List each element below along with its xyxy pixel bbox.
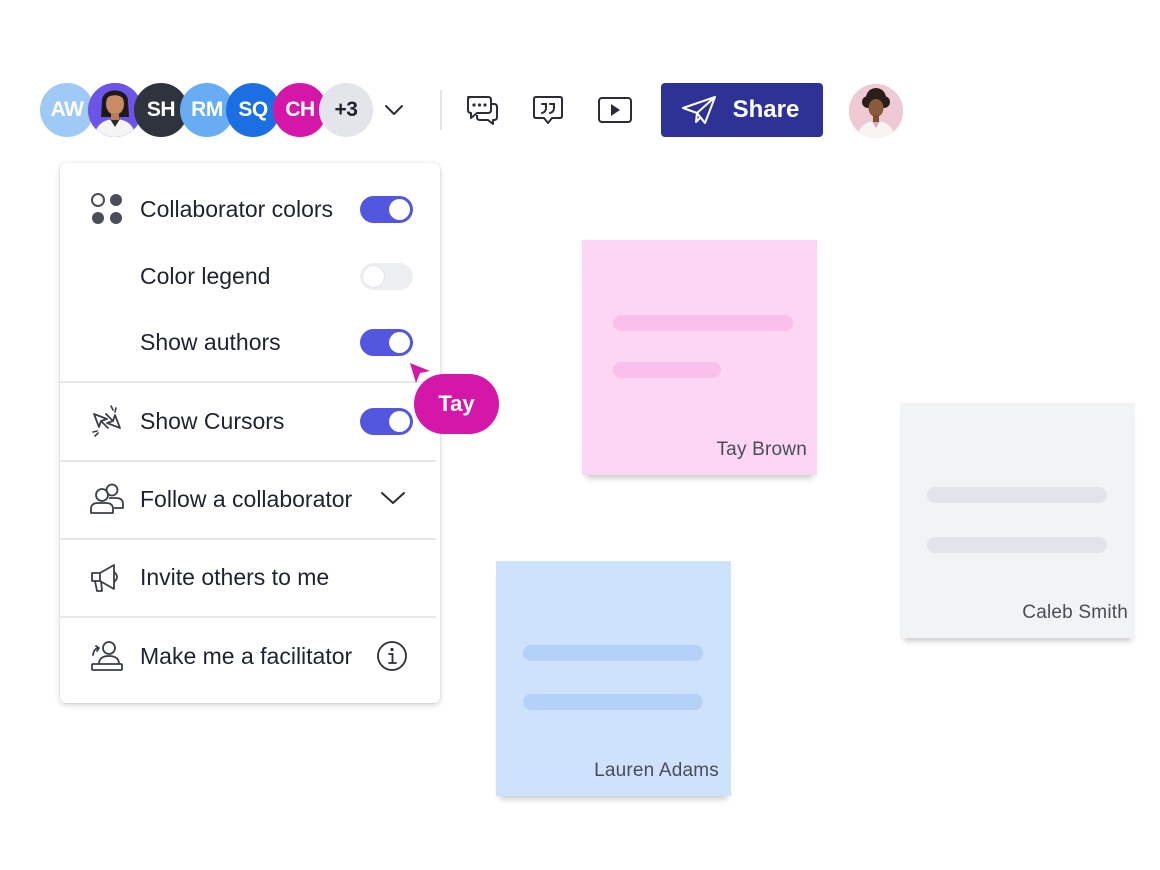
megaphone-icon: [88, 558, 126, 596]
menu-divider: [60, 460, 436, 462]
avatar-initials: SH: [146, 98, 176, 121]
toolbar-divider: [440, 90, 442, 130]
menu-item-label: Show authors: [140, 328, 281, 355]
show-authors-toggle[interactable]: [360, 329, 413, 356]
avatar-initials: SQ: [238, 98, 268, 121]
menu-item-label: Follow a collaborator: [140, 485, 353, 512]
current-user-avatar[interactable]: [849, 84, 903, 138]
collaborators-dropdown-toggle[interactable]: [380, 98, 408, 122]
quote-bubble-icon: [533, 96, 563, 124]
note-author: Caleb Smith: [1022, 602, 1128, 623]
color-legend-toggle[interactable]: [360, 263, 413, 290]
collaborator-avatar-sq[interactable]: SQ: [226, 83, 280, 137]
paper-plane-icon: [681, 96, 716, 124]
show-cursors-toggle[interactable]: [360, 408, 413, 435]
note-text-placeholder: [927, 537, 1107, 553]
color-dots-icon: [88, 190, 126, 228]
menu-item-collaborator-colors: Collaborator colors: [60, 189, 436, 229]
share-button-label: Share: [732, 96, 800, 123]
sticky-note[interactable]: Lauren Adams: [496, 561, 731, 796]
collaboration-settings-menu: Collaborator colors Color legend Show au…: [60, 163, 440, 703]
share-button[interactable]: Share: [661, 83, 823, 137]
note-text-placeholder: [523, 645, 703, 661]
quote-comment-button[interactable]: [528, 90, 568, 130]
menu-divider: [60, 538, 436, 540]
note-author: Lauren Adams: [594, 760, 719, 781]
menu-item-label: Invite others to me: [140, 563, 330, 590]
menu-item-show-cursors: Show Cursors: [60, 401, 436, 441]
avatar-initials: RM: [191, 98, 223, 121]
note-text-placeholder: [927, 487, 1107, 503]
remote-cursor-name-tag: Tay: [414, 374, 499, 434]
menu-item-label: Show Cursors: [140, 407, 285, 434]
note-text-placeholder: [613, 315, 793, 331]
users-icon: [88, 480, 126, 518]
menu-item-invite-others[interactable]: Invite others to me: [60, 557, 436, 597]
cursors-icon: [88, 402, 126, 440]
menu-divider: [60, 381, 436, 383]
chat-button[interactable]: [462, 90, 502, 130]
avatar-initials: CH: [285, 98, 315, 121]
collaborator-overflow-count[interactable]: +3: [319, 83, 373, 137]
menu-item-label: Collaborator colors: [140, 195, 334, 222]
note-author: Tay Brown: [716, 439, 807, 460]
info-icon[interactable]: [376, 640, 408, 677]
facilitator-icon: [88, 637, 126, 675]
sticky-note[interactable]: Caleb Smith: [900, 403, 1135, 638]
play-icon: [598, 97, 632, 123]
avatar-initials: AW: [50, 98, 84, 121]
menu-item-label: Make me a facilitator: [140, 642, 353, 669]
collaborator-colors-toggle[interactable]: [360, 196, 413, 223]
menu-item-label: Color legend: [140, 262, 271, 289]
menu-item-show-authors: Show authors: [60, 322, 436, 362]
menu-item-make-facilitator[interactable]: Make me a facilitator: [60, 636, 436, 676]
note-text-placeholder: [523, 694, 703, 710]
overflow-count-label: +3: [334, 98, 358, 121]
note-text-placeholder: [613, 362, 721, 378]
sticky-note[interactable]: Tay Brown: [582, 240, 817, 475]
menu-divider: [60, 616, 436, 618]
chat-bubbles-icon: [467, 96, 498, 125]
chevron-down-icon: [385, 105, 403, 115]
menu-item-color-legend: Color legend: [60, 256, 436, 296]
user-photo: [849, 84, 903, 138]
chevron-down-icon: [380, 491, 406, 510]
collaborator-avatar-aw[interactable]: AW: [40, 83, 94, 137]
menu-item-follow-collaborator[interactable]: Follow a collaborator: [60, 479, 436, 519]
present-button[interactable]: [595, 90, 635, 130]
cursor-name-label: Tay: [438, 391, 475, 416]
